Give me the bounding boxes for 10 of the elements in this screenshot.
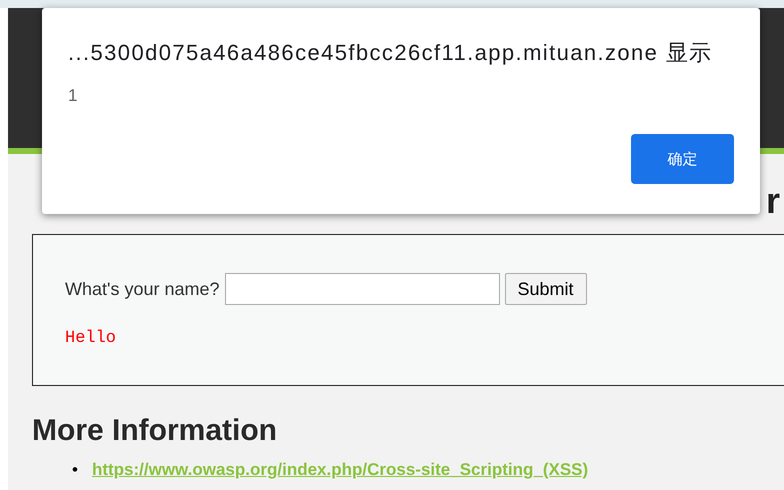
dialog-message: 1 bbox=[68, 86, 78, 106]
bullet: • bbox=[72, 460, 78, 480]
submit-button[interactable]: Submit bbox=[504, 273, 587, 305]
ok-button[interactable]: 确定 bbox=[631, 134, 734, 184]
section-heading: More Information bbox=[32, 414, 277, 447]
dialog-title: ...5300d075a46a486ce45fbcc26cf11.app.mituan.zone 显示 bbox=[68, 39, 714, 67]
name-input-field[interactable] bbox=[224, 273, 500, 305]
name-label: What's your name? bbox=[65, 278, 220, 300]
page-heading: r bbox=[766, 180, 780, 223]
output-text: Hello bbox=[65, 329, 118, 348]
